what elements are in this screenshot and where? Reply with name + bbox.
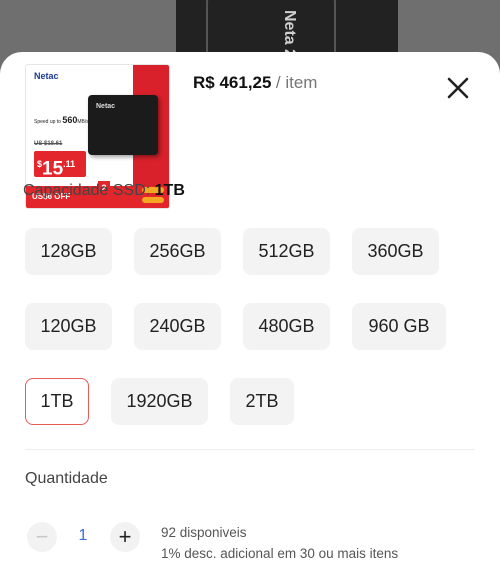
quantity-increase-button[interactable]: + [110, 522, 140, 552]
thumbnail-ssd-label: Netac [96, 103, 116, 110]
thumbnail-old-price: US $18.61 [34, 141, 63, 147]
thumbnail-price: $15.11 [34, 151, 86, 179]
thumbnail-speed: Speed up to 560MB/s [34, 115, 89, 125]
option-240gb[interactable]: 240GB [134, 303, 221, 350]
spec-label: Capacidade SSD: [23, 182, 151, 199]
quantity-value[interactable]: 1 [72, 527, 94, 545]
quantity-decrease-button[interactable]: − [27, 522, 57, 552]
option-1920gb[interactable]: 1920GB [111, 378, 208, 425]
option-960gb[interactable]: 960 GB [352, 303, 446, 350]
close-button[interactable] [443, 73, 473, 103]
quantity-label: Quantidade [25, 470, 108, 487]
option-360gb[interactable]: 360GB [352, 228, 439, 275]
stock-info: 92 disponiveis 1% desc. adicional em 30 … [161, 522, 398, 564]
close-icon [447, 77, 469, 99]
unit-price: R$ 461,25 [193, 73, 272, 92]
spec-title: Capacidade SSD: 1TB [23, 182, 185, 200]
sku-selector-sheet: Netac Speed up to 560MB/s Netac US $18.6… [0, 52, 500, 576]
option-1tb[interactable]: 1TB [25, 378, 89, 425]
option-512gb[interactable]: 512GB [243, 228, 330, 275]
option-256gb[interactable]: 256GB [134, 228, 221, 275]
spec-selected-value: 1TB [154, 182, 185, 199]
option-120gb[interactable]: 120GB [25, 303, 112, 350]
per-item-label: / item [275, 73, 318, 92]
option-2tb[interactable]: 2TB [230, 378, 294, 425]
available-count: 92 disponiveis [161, 525, 247, 540]
price-line: R$ 461,25 / item [193, 73, 317, 93]
option-480gb[interactable]: 480GB [243, 303, 330, 350]
bulk-discount-note: 1% desc. adicional em 30 ou mais itens [161, 546, 399, 561]
thumbnail-ssd-image: Netac [88, 95, 158, 155]
divider [25, 449, 475, 450]
thumbnail-brand: Netac [34, 71, 59, 81]
option-128gb[interactable]: 128GB [25, 228, 112, 275]
